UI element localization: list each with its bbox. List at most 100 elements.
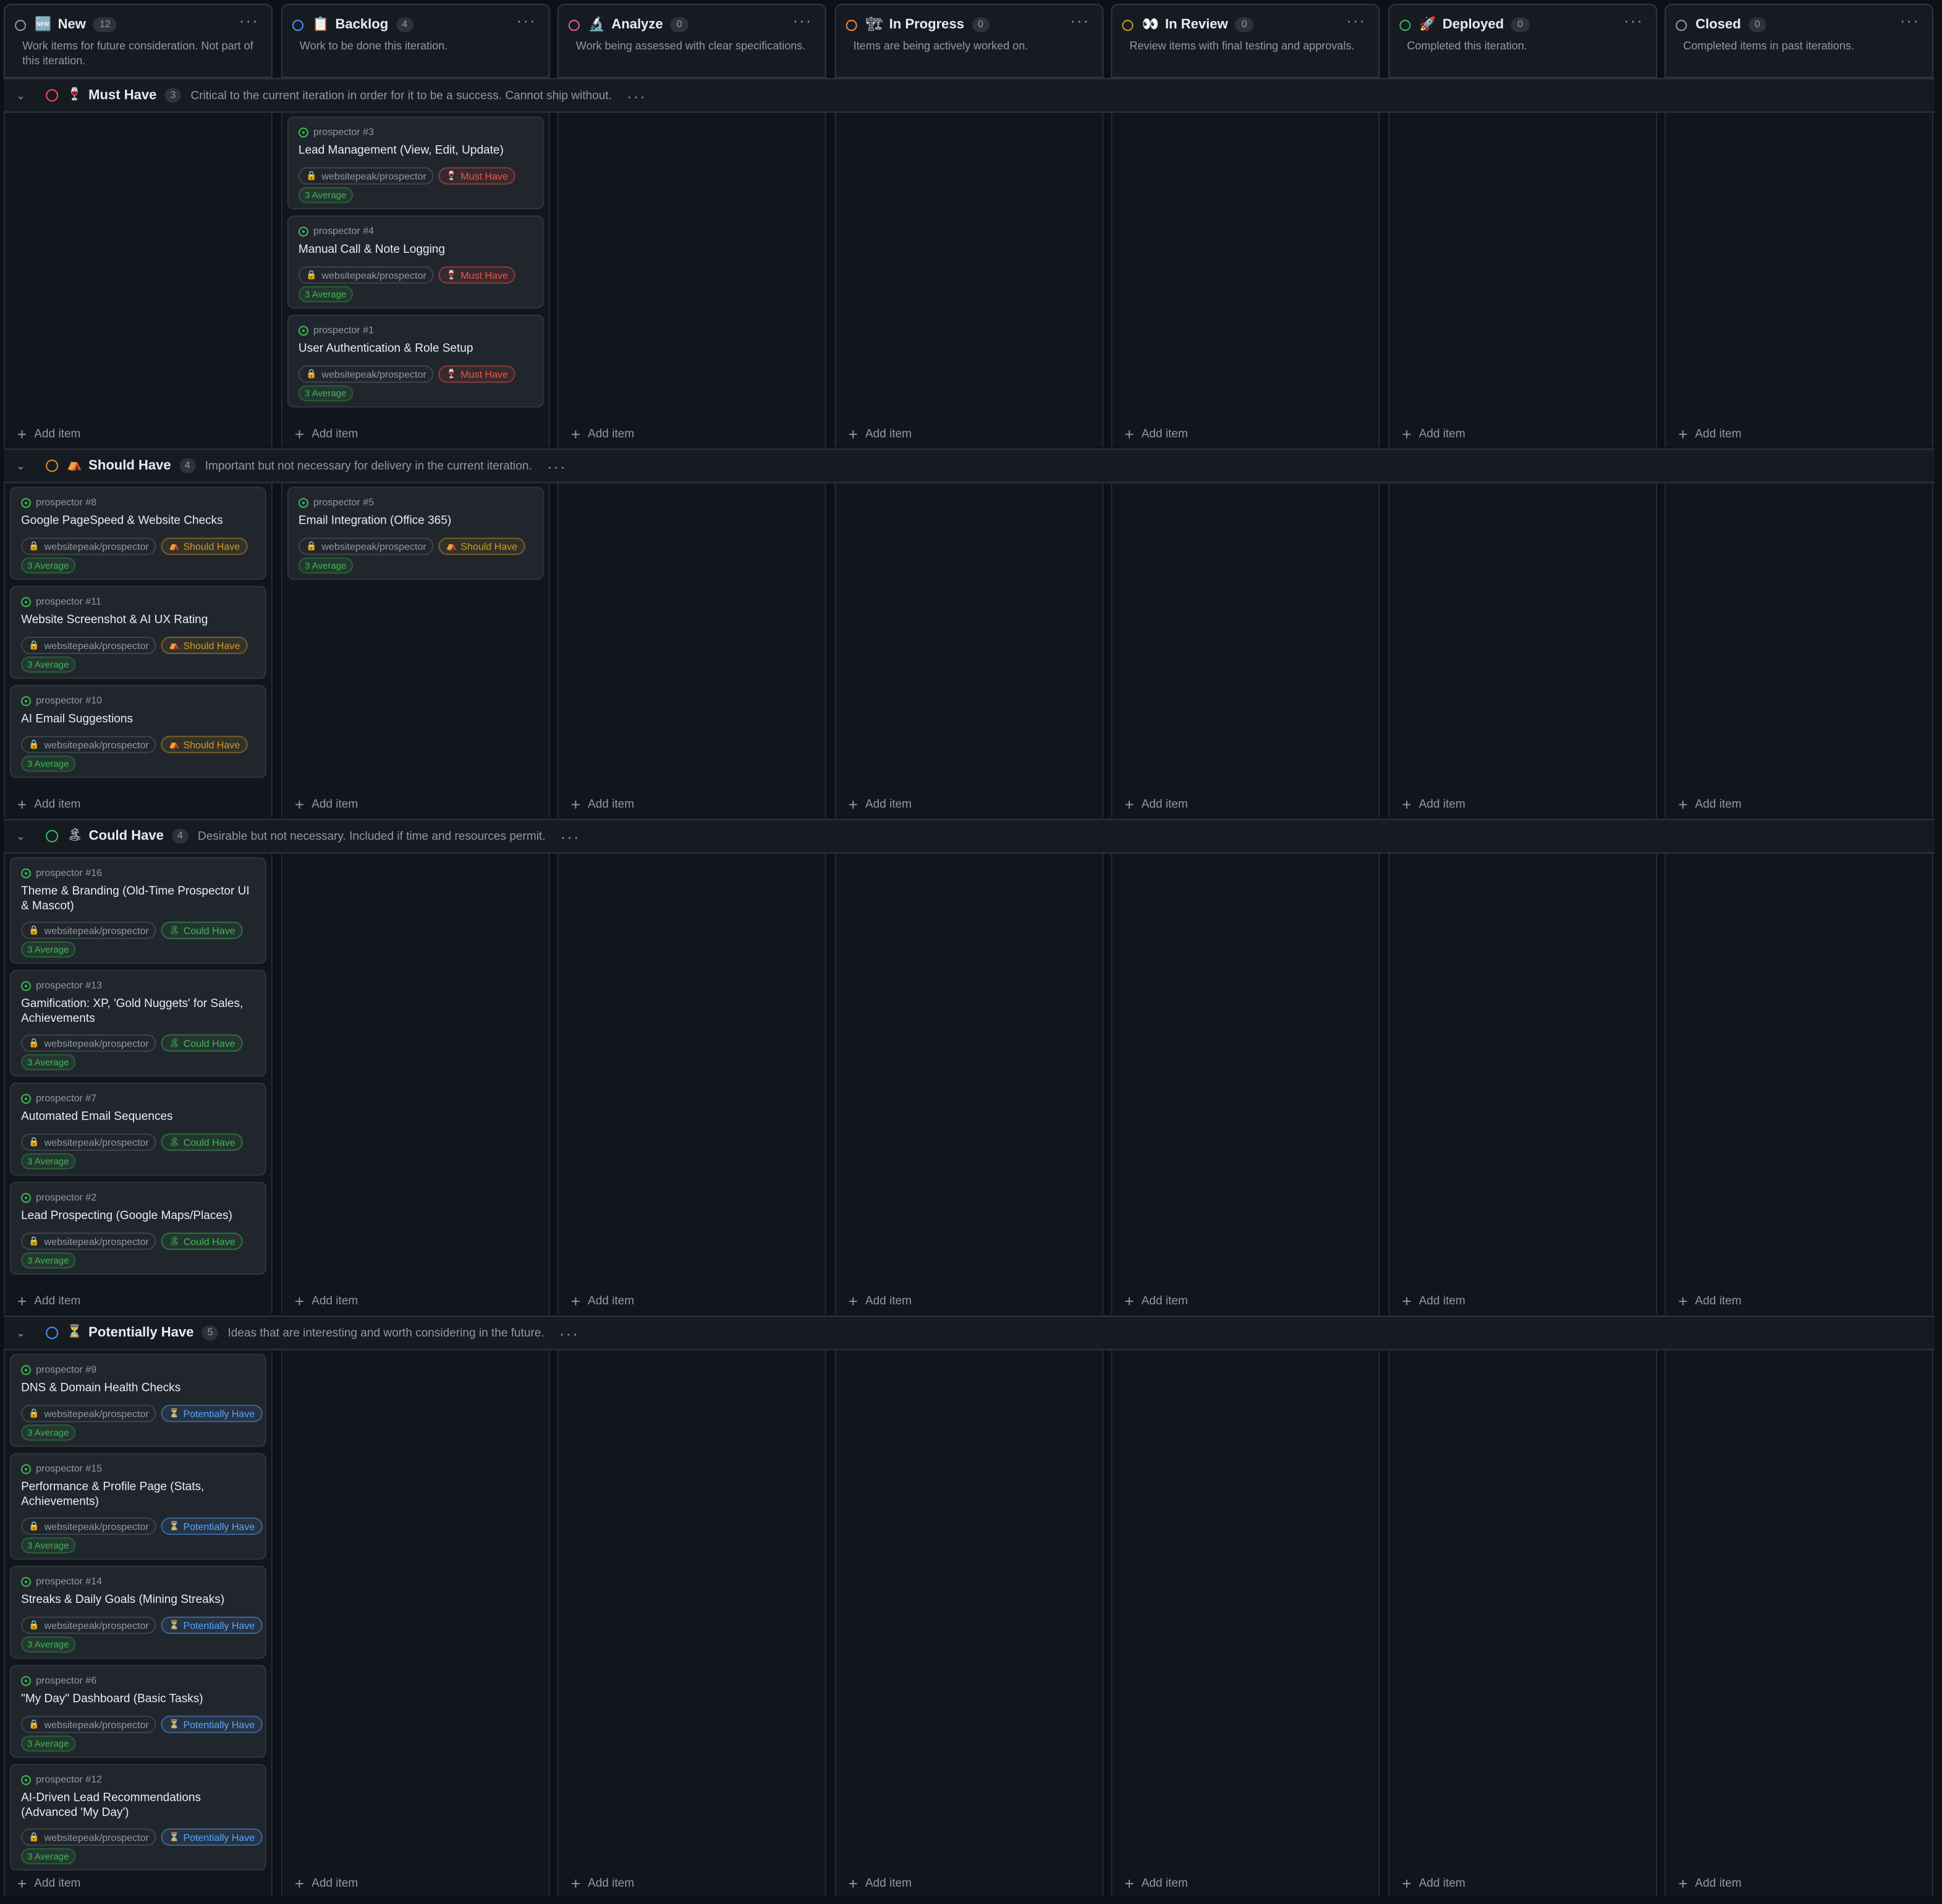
repository-pill[interactable]: 🔒 websitepeak/prospector: [21, 637, 156, 655]
add-item-button[interactable]: + Add item: [571, 1875, 634, 1891]
priority-label-pill[interactable]: ⏳ Potentially Have: [161, 1715, 263, 1733]
column-more-options-icon[interactable]: ···: [517, 12, 536, 30]
column-more-options-icon[interactable]: ···: [1624, 12, 1643, 30]
add-item-button[interactable]: + Add item: [1678, 425, 1741, 441]
add-item-button[interactable]: + Add item: [1402, 1875, 1465, 1891]
add-item-button[interactable]: + Add item: [17, 1875, 80, 1891]
repository-pill[interactable]: 🔒 websitepeak/prospector: [21, 1715, 156, 1733]
collapse-chevron-icon[interactable]: ⌄: [16, 459, 28, 472]
priority-label-pill[interactable]: 🍷 Must Have: [438, 167, 515, 185]
add-item-button[interactable]: + Add item: [849, 1875, 912, 1891]
repository-pill[interactable]: 🔒 websitepeak/prospector: [21, 537, 156, 555]
add-item-button[interactable]: + Add item: [1402, 425, 1465, 441]
add-item-button[interactable]: + Add item: [1678, 796, 1741, 812]
issue-title[interactable]: AI-Driven Lead Recommendations (Advanced…: [21, 1791, 258, 1820]
priority-label-pill[interactable]: 🏝 Could Have: [161, 1133, 243, 1151]
add-item-button[interactable]: + Add item: [295, 796, 358, 812]
issue-title[interactable]: User Authentication & Role Setup: [299, 342, 535, 356]
issue-title[interactable]: Lead Management (View, Edit, Update): [299, 143, 535, 158]
add-item-button[interactable]: + Add item: [295, 1293, 358, 1309]
issue-title[interactable]: Email Integration (Office 365): [299, 514, 535, 529]
group-more-options-icon[interactable]: ···: [627, 86, 647, 104]
column-header-deployed[interactable]: 🚀 Deployed 0 Completed this iteration. ···: [1388, 4, 1658, 79]
issue-card[interactable]: prospector #13 Gamification: XP, 'Gold Nu…: [10, 970, 266, 1077]
add-item-button[interactable]: + Add item: [849, 425, 912, 441]
issue-card[interactable]: prospector #5 Email Integration (Office 3…: [287, 487, 544, 580]
column-header-backlog[interactable]: 📋 Backlog 4 Work to be done this iteration.…: [281, 4, 550, 79]
priority-label-pill[interactable]: ⛺ Should Have: [161, 537, 248, 555]
issue-card[interactable]: prospector #15 Performance & Profile Page…: [10, 1453, 266, 1560]
repository-pill[interactable]: 🔒 websitepeak/prospector: [21, 1617, 156, 1634]
priority-label-pill[interactable]: 🏝 Could Have: [161, 1232, 243, 1250]
add-item-button[interactable]: + Add item: [1124, 1875, 1187, 1891]
issue-card[interactable]: prospector #3 Lead Management (View, Edit…: [287, 116, 544, 210]
column-header-in-review[interactable]: 👀 In Review 0 Review items with final testi…: [1111, 4, 1380, 79]
issue-card[interactable]: prospector #10 AI Email Suggestions 🔒 websi…: [10, 685, 266, 778]
add-item-button[interactable]: + Add item: [1402, 1293, 1465, 1309]
add-item-button[interactable]: + Add item: [1124, 425, 1187, 441]
repository-pill[interactable]: 🔒 websitepeak/prospector: [21, 736, 156, 754]
issue-card[interactable]: prospector #16 Theme & Branding (Old-Time…: [10, 857, 266, 964]
priority-label-pill[interactable]: ⏳ Potentially Have: [161, 1405, 263, 1422]
repository-pill[interactable]: 🔒 websitepeak/prospector: [298, 266, 434, 284]
issue-card[interactable]: prospector #2 Lead Prospecting (Google Ma…: [10, 1181, 266, 1275]
column-more-options-icon[interactable]: ···: [1346, 12, 1366, 30]
priority-label-pill[interactable]: ⏳ Potentially Have: [161, 1828, 263, 1846]
add-item-button[interactable]: + Add item: [17, 796, 80, 812]
issue-title[interactable]: Lead Prospecting (Google Maps/Places): [21, 1209, 258, 1223]
add-item-button[interactable]: + Add item: [1124, 1293, 1187, 1309]
repository-pill[interactable]: 🔒 websitepeak/prospector: [21, 1232, 156, 1250]
column-more-options-icon[interactable]: ···: [239, 12, 259, 30]
column-more-options-icon[interactable]: ···: [792, 12, 812, 30]
add-item-button[interactable]: + Add item: [17, 1293, 80, 1309]
issue-title[interactable]: DNS & Domain Health Checks: [21, 1381, 258, 1395]
collapse-chevron-icon[interactable]: ⌄: [16, 88, 28, 102]
repository-pill[interactable]: 🔒 websitepeak/prospector: [298, 167, 434, 185]
column-header-new[interactable]: 🆕 New 12 Work items for future consideratio…: [4, 4, 273, 79]
issue-title[interactable]: Theme & Branding (Old-Time Prospector UI…: [21, 885, 258, 913]
issue-title[interactable]: Website Screenshot & AI UX Rating: [21, 613, 258, 627]
issue-card[interactable]: prospector #7 Automated Email Sequences 🔒 w…: [10, 1082, 266, 1176]
issue-card[interactable]: prospector #1 User Authentication & Role …: [287, 314, 544, 408]
column-header-analyze[interactable]: 🔬 Analyze 0 Work being assessed with clear …: [557, 4, 826, 79]
issue-title[interactable]: Streaks & Daily Goals (Mining Streaks): [21, 1593, 258, 1607]
priority-label-pill[interactable]: 🍷 Must Have: [438, 365, 515, 383]
collapse-chevron-icon[interactable]: ⌄: [16, 830, 28, 843]
repository-pill[interactable]: 🔒 websitepeak/prospector: [298, 365, 434, 383]
issue-title[interactable]: Performance & Profile Page (Stats, Achie…: [21, 1481, 258, 1509]
column-more-options-icon[interactable]: ···: [1900, 12, 1920, 30]
repository-pill[interactable]: 🔒 websitepeak/prospector: [21, 921, 156, 939]
add-item-button[interactable]: + Add item: [1124, 796, 1187, 812]
issue-card[interactable]: prospector #11 Website Screenshot & AI UX…: [10, 585, 266, 679]
repository-pill[interactable]: 🔒 websitepeak/prospector: [21, 1828, 156, 1846]
group-more-options-icon[interactable]: ···: [547, 456, 567, 475]
add-item-button[interactable]: + Add item: [849, 796, 912, 812]
add-item-button[interactable]: + Add item: [571, 1293, 634, 1309]
issue-card[interactable]: prospector #12 AI-Driven Lead Recommendat…: [10, 1764, 266, 1871]
group-more-options-icon[interactable]: ···: [559, 1324, 579, 1342]
priority-label-pill[interactable]: ⛺ Should Have: [438, 537, 525, 555]
add-item-button[interactable]: + Add item: [571, 796, 634, 812]
column-header-closed[interactable]: Closed 0 Completed items in past iteration…: [1664, 4, 1933, 79]
add-item-button[interactable]: + Add item: [295, 425, 358, 441]
repository-pill[interactable]: 🔒 websitepeak/prospector: [21, 1133, 156, 1151]
collapse-chevron-icon[interactable]: ⌄: [16, 1326, 28, 1340]
priority-label-pill[interactable]: ⛺ Should Have: [161, 736, 248, 754]
issue-card[interactable]: prospector #14 Streaks & Daily Goals (Min…: [10, 1565, 266, 1659]
issue-title[interactable]: Manual Call & Note Logging: [299, 243, 535, 257]
repository-pill[interactable]: 🔒 websitepeak/prospector: [298, 537, 434, 555]
issue-title[interactable]: "My Day" Dashboard (Basic Tasks): [21, 1692, 258, 1706]
issue-title[interactable]: Gamification: XP, 'Gold Nuggets' for Sal…: [21, 997, 258, 1026]
issue-card[interactable]: prospector #6 "My Day" Dashboard (Basic T…: [10, 1665, 266, 1758]
add-item-button[interactable]: + Add item: [1678, 1875, 1741, 1891]
issue-card[interactable]: prospector #8 Google PageSpeed & Website …: [10, 487, 266, 580]
issue-card[interactable]: prospector #9 DNS & Domain Health Checks 🔒…: [10, 1354, 266, 1447]
repository-pill[interactable]: 🔒 websitepeak/prospector: [21, 1517, 156, 1535]
add-item-button[interactable]: + Add item: [1678, 1293, 1741, 1309]
group-more-options-icon[interactable]: ···: [561, 827, 580, 846]
add-item-button[interactable]: + Add item: [295, 1875, 358, 1891]
repository-pill[interactable]: 🔒 websitepeak/prospector: [21, 1405, 156, 1422]
priority-label-pill[interactable]: ⛺ Should Have: [161, 637, 248, 655]
priority-label-pill[interactable]: ⏳ Potentially Have: [161, 1617, 263, 1634]
priority-label-pill[interactable]: 🏝 Could Have: [161, 1034, 243, 1052]
